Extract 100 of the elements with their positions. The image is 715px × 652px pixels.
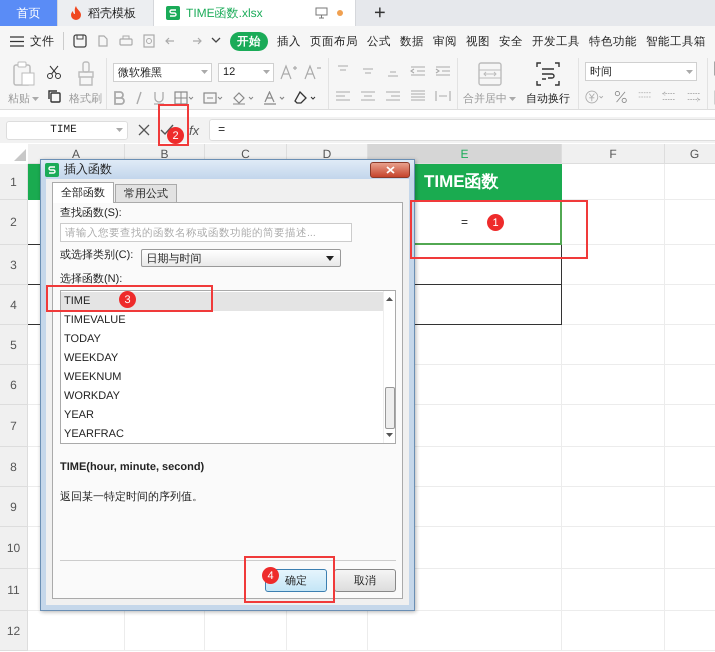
scroll-thumb[interactable]	[384, 387, 394, 429]
currency-icon[interactable]	[585, 89, 606, 105]
ribbon-tab[interactable]: 插入	[277, 32, 301, 50]
function-list-label: 选择函数(N):	[60, 273, 122, 286]
grid-cell[interactable]	[562, 164, 665, 200]
function-list-item[interactable]: TIMEVALUE	[61, 311, 383, 330]
dialog-tab[interactable]: 常用公式	[115, 184, 177, 202]
font-size-select[interactable]: 12	[218, 62, 274, 82]
formula-input[interactable]: =	[209, 119, 715, 141]
preview-icon[interactable]	[142, 34, 156, 48]
increase-font-icon[interactable]	[280, 64, 298, 80]
wrap-text-icon[interactable]	[535, 61, 561, 87]
row-header[interactable]: 12	[0, 611, 28, 651]
font-color-icon[interactable]	[263, 90, 285, 104]
row-header[interactable]: 1	[0, 164, 28, 200]
category-label: 或选择类别(C):	[60, 249, 134, 262]
save-icon[interactable]	[73, 34, 87, 48]
fill-bucket-icon[interactable]	[232, 90, 254, 104]
scroll-up-icon[interactable]	[386, 297, 393, 301]
column-header[interactable]: F	[562, 144, 665, 164]
function-list-item[interactable]: YEARFRAC	[61, 425, 383, 444]
caret-icon	[263, 70, 270, 74]
dropdown-caret-icon[interactable]	[211, 37, 221, 45]
ribbon-tab[interactable]: 安全	[499, 32, 523, 50]
row-header[interactable]: 4	[0, 285, 28, 325]
row-header[interactable]: 6	[0, 365, 28, 405]
row-header[interactable]: 8	[0, 447, 28, 487]
cancel-icon[interactable]	[138, 124, 150, 136]
function-list-item[interactable]: WEEKNUM	[61, 368, 383, 387]
caret-icon	[686, 70, 693, 74]
file-menu[interactable]: 文件	[10, 32, 54, 50]
align-icon[interactable]	[385, 90, 401, 102]
grid-cell[interactable]	[562, 245, 665, 285]
dialog-tab[interactable]: 全部函数	[52, 182, 114, 203]
paintbrush-icon[interactable]	[76, 61, 96, 87]
highlight-frame	[158, 104, 189, 146]
select-all-icon[interactable]	[14, 149, 26, 161]
align-icon[interactable]	[435, 90, 451, 102]
new-tab-button[interactable]: +	[356, 0, 404, 26]
ribbon-tab[interactable]: 数据	[400, 32, 424, 50]
search-field[interactable]: 请输入您要查找的函数名称或函数功能的简要描述...	[60, 223, 352, 242]
scissors-icon[interactable]	[46, 64, 62, 80]
ribbon-tab[interactable]: 视图	[466, 32, 490, 50]
row-header[interactable]: 5	[0, 325, 28, 365]
app-tab[interactable]: 稻壳模板	[58, 0, 154, 26]
row-header[interactable]: 9	[0, 487, 28, 527]
function-list-item[interactable]: WEEKDAY	[61, 349, 383, 368]
ribbon-tab[interactable]: 特色功能	[589, 32, 637, 50]
row-header[interactable]: 7	[0, 405, 28, 447]
eraser-icon[interactable]	[294, 90, 316, 104]
cancel-button[interactable]: 取消	[334, 569, 396, 592]
decrease-font-icon[interactable]	[304, 64, 322, 80]
function-signature: TIME(hour, minute, second)	[60, 461, 206, 473]
search-label: 查找函数(S):	[60, 207, 122, 220]
number-format-select[interactable]: 时间	[585, 62, 697, 81]
grid-cell[interactable]	[562, 200, 665, 245]
caret-icon	[201, 70, 208, 74]
menu-icon	[10, 36, 24, 46]
category-select[interactable]: 日期与时间	[141, 249, 342, 267]
ribbon-tab[interactable]: 智能工具箱	[646, 32, 706, 50]
align-icon[interactable]	[410, 64, 426, 77]
wrap-text-label[interactable]: 自动换行	[526, 91, 570, 106]
monitor-icon[interactable]	[315, 7, 328, 19]
merge-cells-icon[interactable]	[476, 61, 502, 87]
paste-icon[interactable]	[12, 61, 36, 87]
ribbon-tab[interactable]: 公式	[367, 32, 391, 50]
align-icon[interactable]	[435, 64, 451, 77]
function-list-item[interactable]: WORKDAY	[61, 387, 383, 406]
align-icon[interactable]	[335, 90, 351, 102]
scrollbar[interactable]	[383, 291, 395, 443]
italic-icon[interactable]	[134, 90, 144, 104]
column-header[interactable]: G	[665, 144, 715, 164]
copy-icon[interactable]	[46, 88, 62, 104]
function-list-item[interactable]: TODAY	[61, 330, 383, 349]
align-icon[interactable]	[410, 90, 426, 102]
font-select[interactable]: 微软雅黑	[113, 62, 212, 82]
fill-style-icon[interactable]	[203, 90, 223, 104]
checkmark-icon[interactable]	[160, 124, 174, 136]
ribbon-tab[interactable]: 审阅	[433, 32, 457, 50]
name-box[interactable]: TIME	[6, 120, 128, 140]
row-header[interactable]: 10	[0, 527, 28, 569]
borders-icon[interactable]	[174, 90, 194, 104]
grid-cell[interactable]	[562, 285, 665, 325]
align-icon[interactable]	[360, 90, 376, 102]
grid-cell[interactable]	[562, 325, 665, 365]
percent-icon[interactable]	[614, 89, 628, 105]
row-header[interactable]: 11	[0, 569, 28, 611]
row-header[interactable]: 2	[0, 200, 28, 245]
row-header[interactable]: 3	[0, 245, 28, 285]
bold-icon[interactable]	[113, 90, 125, 104]
function-list-item[interactable]: YEAR	[61, 406, 383, 425]
underline-icon[interactable]	[153, 90, 165, 104]
export-icon[interactable]	[96, 34, 110, 48]
ribbon-tab[interactable]: 开发工具	[532, 32, 580, 50]
ribbon-tab[interactable]: 页面布局	[310, 32, 358, 50]
insert-function-button[interactable]: fx	[189, 122, 200, 138]
scroll-down-icon[interactable]	[386, 433, 393, 437]
close-button[interactable]	[370, 162, 410, 178]
print-icon[interactable]	[119, 34, 133, 48]
caret-icon	[116, 128, 123, 132]
